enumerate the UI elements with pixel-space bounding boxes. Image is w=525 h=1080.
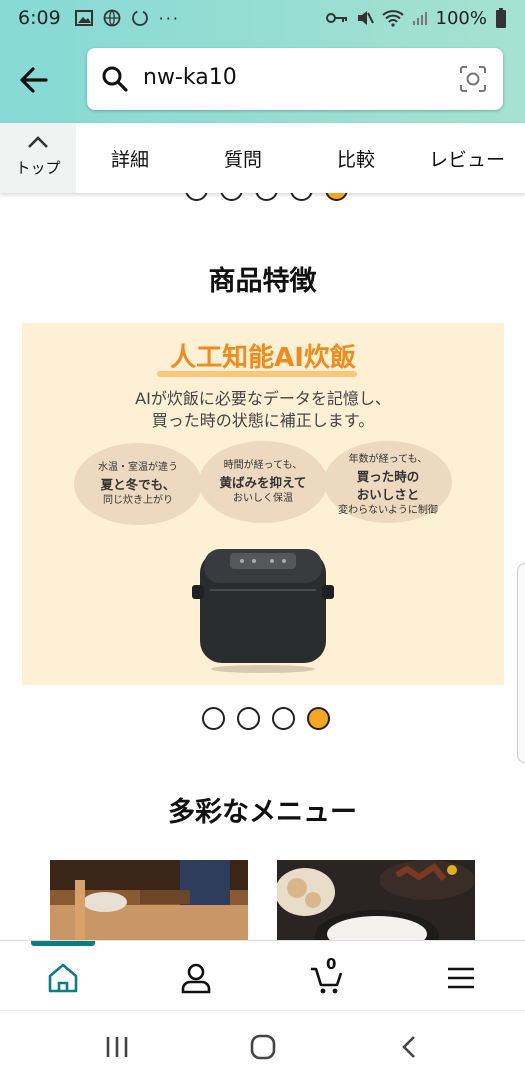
section-tabs: トップ 詳細 質問 比較 レビュー [0, 123, 525, 193]
carousel-dot[interactable] [255, 193, 278, 201]
wifi-icon [381, 10, 404, 27]
carousel-dot[interactable] [220, 193, 243, 201]
carousel-dot[interactable] [272, 707, 295, 730]
carousel-dot[interactable] [290, 193, 313, 201]
bubble-bottom-text: おいしく保温 [233, 492, 293, 504]
tab-top-label: トップ [15, 159, 61, 177]
promo-line-1: AIが炊飯に必要なデータを記憶し、 [135, 389, 391, 408]
status-bar: 6:09 ··· 100% [0, 0, 525, 36]
bubble-bottom-text: 変わらないように制御 [338, 504, 438, 516]
bubble-bottom-text: 同じ炊き上がり [103, 494, 173, 506]
bubble-main-text: 買った時の おいしさと [356, 468, 420, 502]
bubble-main-text: 夏と冬でも、 [100, 476, 176, 492]
cart-count: 0 [326, 955, 337, 973]
back-button-icon[interactable] [396, 1033, 424, 1061]
feature-bubble: 時間が経っても、 黄ばみを抑えて おいしく保温 [199, 441, 327, 523]
promo-line-2: 買った時の状態に補正します。 [151, 411, 375, 430]
recent-apps-icon[interactable] [103, 1033, 131, 1061]
more-status-icon: ··· [158, 8, 180, 28]
tab-details[interactable]: 詳細 [111, 145, 149, 172]
bubble-top-text: 水温・室温が違う [98, 462, 178, 473]
bubble-main-text: 黄ばみを抑えて [219, 474, 307, 490]
home-button-icon[interactable] [249, 1033, 277, 1061]
section-title-menu: 多彩なメニュー [168, 797, 357, 828]
active-tab-indicator [31, 941, 95, 946]
search-icon[interactable] [101, 65, 129, 93]
app-header: nw-ka10 [0, 36, 525, 123]
bubble-top-text: 時間が経っても、 [223, 460, 303, 471]
signal-icon [412, 12, 427, 25]
gallery-icon [74, 10, 93, 26]
battery-percent: 100% [435, 7, 487, 29]
tab-questions[interactable]: 質問 [224, 145, 262, 172]
menu-thumbnail[interactable] [50, 860, 248, 940]
rice-cooker-image [192, 549, 334, 673]
search-bar[interactable]: nw-ka10 [87, 48, 503, 110]
carousel-dots-top-clip [0, 193, 525, 201]
carousel-dots [202, 707, 330, 730]
tab-compare[interactable]: 比較 [337, 145, 375, 172]
section-title-features: 商品特徴 [208, 266, 317, 297]
promo-title: 人工知能AI炊飯 [170, 343, 356, 373]
scroll-handle[interactable] [517, 563, 525, 763]
feature-bubble: 年数が経っても、 買った時の おいしさと 変わらないように制御 [324, 441, 452, 523]
menu-thumbnail[interactable] [277, 860, 475, 940]
camera-search-icon[interactable] [459, 65, 487, 93]
carousel-dot[interactable] [202, 707, 225, 730]
back-arrow-icon[interactable] [14, 60, 54, 100]
key-icon [325, 13, 347, 23]
feature-bubble: 水温・室温が違う 夏と冬でも、 同じ炊き上がり [74, 443, 202, 525]
bottom-nav: 0 [0, 940, 525, 1010]
carousel-dot-active[interactable] [307, 707, 330, 730]
chevron-up-icon [28, 136, 48, 148]
feature-image[interactable]: 人工知能AI炊飯 AIが炊飯に必要なデータを記憶し、 買った時の状態に補正します… [22, 323, 504, 685]
search-input[interactable]: nw-ka10 [143, 65, 237, 90]
carousel-dots-top [185, 193, 348, 201]
globe-icon [103, 9, 121, 27]
carousel-dot-active[interactable] [325, 193, 348, 201]
system-nav-bar [0, 1010, 525, 1080]
account-icon[interactable] [179, 961, 213, 995]
menu-icon[interactable] [444, 961, 478, 995]
home-icon[interactable] [46, 961, 80, 995]
data-saver-icon [131, 10, 148, 26]
tab-reviews[interactable]: レビュー [429, 145, 505, 172]
menu-photo-1 [50, 860, 248, 940]
mute-icon [357, 11, 374, 25]
bubble-top-text: 年数が経っても、 [348, 454, 428, 465]
menu-photo-2 [277, 860, 475, 940]
status-time: 6:09 [18, 7, 61, 29]
battery-icon [496, 8, 506, 28]
carousel-dot[interactable] [237, 707, 260, 730]
carousel-dot[interactable] [185, 193, 208, 201]
tab-top[interactable]: トップ [0, 123, 76, 193]
